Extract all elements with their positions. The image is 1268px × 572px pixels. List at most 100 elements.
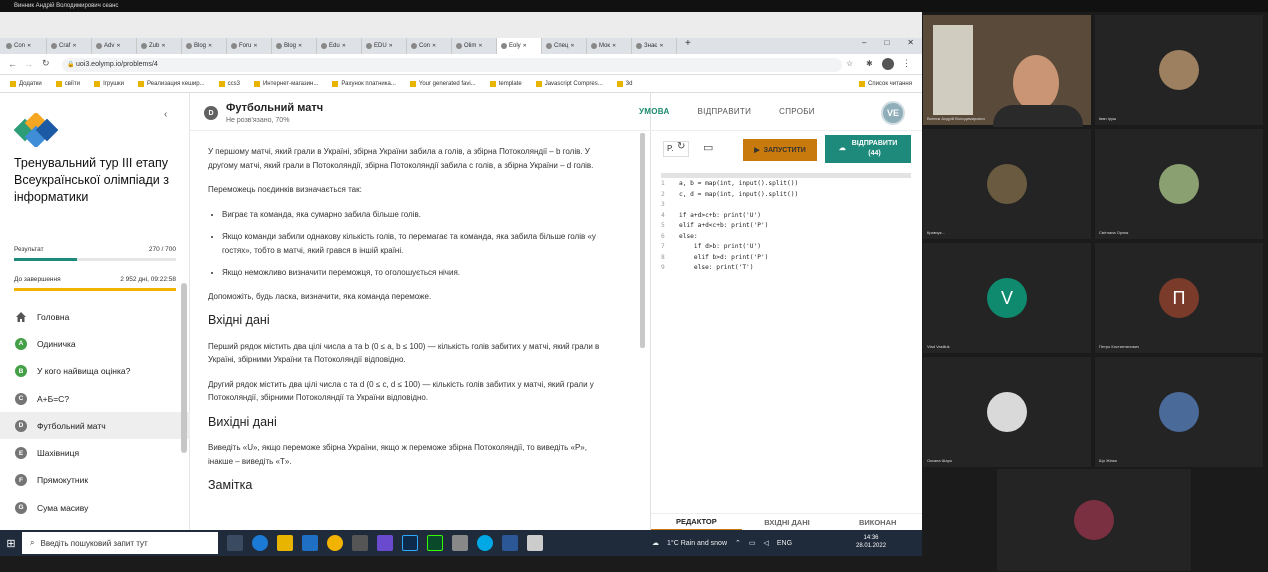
browser-tab[interactable]: Con ✕ — [407, 38, 452, 54]
bookmark-item[interactable]: ccs3 — [218, 80, 240, 87]
maximize-icon[interactable]: □ — [884, 38, 889, 47]
close-tab-icon[interactable]: ✕ — [389, 43, 393, 49]
participant-tile[interactable] — [996, 468, 1192, 572]
app-icon[interactable] — [352, 535, 368, 551]
close-tab-icon[interactable]: ✕ — [659, 43, 663, 49]
participant-tile[interactable]: П Петро Костянтинович — [1094, 242, 1264, 354]
bookmark-item[interactable]: свіїти — [55, 80, 80, 87]
app-icon[interactable] — [527, 535, 543, 551]
network-icon[interactable]: ▭ — [749, 539, 756, 547]
code-editor[interactable]: 1 a, b = map(int, input().split()) 2 c, d =… — [661, 179, 916, 274]
browser-tab[interactable]: Знає ✕ — [632, 38, 677, 54]
sidebar-item-problem[interactable]: E Шахівниця — [0, 439, 190, 466]
new-tab-button[interactable]: + — [677, 38, 691, 54]
sidebar-item-problem[interactable]: G Сума масиву — [0, 494, 190, 521]
close-tab-icon[interactable]: ✕ — [298, 43, 302, 49]
close-tab-icon[interactable]: ✕ — [208, 43, 212, 49]
bookmark-item[interactable]: Интернет-магазин... — [253, 80, 318, 87]
bookmark-item[interactable]: Реализация кешир... — [138, 80, 205, 87]
sidebar-item-problem[interactable]: F Прямокутник — [0, 467, 190, 494]
close-tab-icon[interactable]: ✕ — [116, 43, 120, 49]
minimize-icon[interactable]: – — [862, 38, 866, 47]
viber-icon[interactable] — [377, 535, 393, 551]
close-tab-icon[interactable]: ✕ — [161, 43, 165, 49]
windows-start-icon[interactable]: ⊞ — [0, 530, 22, 556]
close-tab-icon[interactable]: ✕ — [478, 43, 482, 49]
sidebar-item-problem[interactable]: C A+Б=С? — [0, 385, 190, 412]
tab-submit[interactable]: ВІДПРАВИТИ — [698, 107, 752, 116]
nav-home[interactable]: Головна — [0, 303, 190, 330]
tab-attempts[interactable]: СПРОБИ — [779, 107, 815, 116]
participant-tile[interactable]: Іван Іруш — [1094, 14, 1264, 126]
problem-scrollbar[interactable] — [640, 133, 645, 348]
keyboard-lang[interactable]: ENG — [777, 540, 792, 547]
submit-button[interactable]: ☁ ВІДПРАВИТИ (44) — [825, 135, 911, 163]
taskbar-search[interactable]: ⌕ Введіть пошуковий запит тут — [22, 532, 218, 554]
close-tab-icon[interactable]: ✕ — [570, 43, 574, 49]
bookmark-item[interactable]: Список читання — [858, 80, 912, 87]
sidebar-item-problem[interactable]: D Футбольний матч — [0, 412, 190, 440]
folder-icon[interactable]: ▭ — [703, 141, 713, 154]
browser-tab[interactable]: Adv ✕ — [92, 38, 137, 54]
close-tab-icon[interactable]: ✕ — [432, 43, 436, 49]
browser-tab[interactable]: Craf ✕ — [47, 38, 92, 54]
browser-tab[interactable]: Blog ✕ — [272, 38, 317, 54]
lock-icon[interactable]: 🔒 — [67, 61, 74, 68]
photoshop-icon[interactable] — [402, 535, 418, 551]
task-view-icon[interactable] — [227, 535, 243, 551]
browser-tab[interactable]: Мок ✕ — [587, 38, 632, 54]
star-icon[interactable]: ☆ — [846, 59, 853, 68]
bookmark-item[interactable]: Your generated favi... — [409, 80, 476, 87]
participant-tile[interactable]: Оксана Шаро — [922, 356, 1092, 468]
participant-tile[interactable]: Світлана Орлик — [1094, 128, 1264, 240]
url-input[interactable]: uoi3.eolymp.io/problems/4 — [62, 58, 842, 72]
clock[interactable]: 14:36 28.01.2022 — [856, 534, 886, 550]
bookmark-item[interactable]: template — [489, 80, 522, 87]
reset-icon[interactable]: ↻ — [677, 141, 685, 152]
browser-tab[interactable]: Zub ✕ — [137, 38, 182, 54]
user-avatar[interactable]: VE — [881, 101, 905, 125]
menu-icon[interactable]: ⋮ — [902, 58, 911, 69]
skype-icon[interactable] — [477, 535, 493, 551]
bookmark-item[interactable]: 3d — [616, 80, 632, 87]
close-tab-icon[interactable]: ✕ — [27, 43, 31, 49]
close-tab-icon[interactable]: ✕ — [612, 43, 616, 49]
run-button[interactable]: ▶ ЗАПУСТИТИ — [743, 139, 817, 161]
reload-icon[interactable]: ↻ — [42, 58, 50, 69]
browser-tab[interactable]: Спец ✕ — [542, 38, 587, 54]
browser-tab[interactable]: Edu ✕ — [317, 38, 362, 54]
browser-tab[interactable]: Foru ✕ — [227, 38, 272, 54]
bookmark-item[interactable]: Рахунок платника... — [332, 80, 396, 87]
tab-editor[interactable]: РЕДАКТОР — [651, 514, 742, 530]
chrome-icon[interactable] — [327, 535, 343, 551]
browser-tab[interactable]: Con ✕ — [2, 38, 47, 54]
participant-tile[interactable]: Кравчук... — [922, 128, 1092, 240]
close-tab-icon[interactable]: ✕ — [342, 43, 346, 49]
participant-tile[interactable]: Винник Андрій Володимирович — [922, 14, 1092, 127]
back-icon[interactable]: ← — [8, 59, 17, 69]
close-icon[interactable]: ✕ — [907, 38, 914, 47]
browser-tab[interactable]: Eoly ✕ — [497, 38, 542, 54]
sidebar-item-problem[interactable]: B У кого найвища оцінка? — [0, 358, 190, 385]
app-icon[interactable] — [452, 535, 468, 551]
profile-avatar[interactable] — [882, 58, 894, 70]
chevron-left-icon[interactable]: ‹ — [164, 109, 167, 120]
sidebar-scrollbar[interactable] — [181, 283, 187, 453]
word-icon[interactable] — [502, 535, 518, 551]
close-tab-icon[interactable]: ✕ — [523, 43, 527, 49]
mail-icon[interactable] — [302, 535, 318, 551]
extensions-icon[interactable]: ✱ — [866, 59, 873, 68]
dreamweaver-icon[interactable] — [427, 535, 443, 551]
tab-statement[interactable]: УМОВА — [639, 107, 670, 116]
weather-text[interactable]: 1°C Rain and snow — [667, 540, 727, 547]
bookmark-item[interactable]: Додатки — [10, 80, 42, 87]
editor-hscrollbar[interactable] — [661, 173, 911, 178]
tab-input-data[interactable]: ВХІДНІ ДАНІ — [742, 518, 833, 527]
explorer-icon[interactable] — [277, 535, 293, 551]
forward-icon[interactable]: → — [24, 59, 33, 69]
browser-tab[interactable]: Blog ✕ — [182, 38, 227, 54]
close-tab-icon[interactable]: ✕ — [253, 43, 257, 49]
bookmark-item[interactable]: Javascript Compres... — [535, 80, 603, 87]
volume-icon[interactable]: ◁ — [764, 539, 769, 547]
participant-tile[interactable]: V Vlad Vasiliuk — [922, 242, 1092, 354]
